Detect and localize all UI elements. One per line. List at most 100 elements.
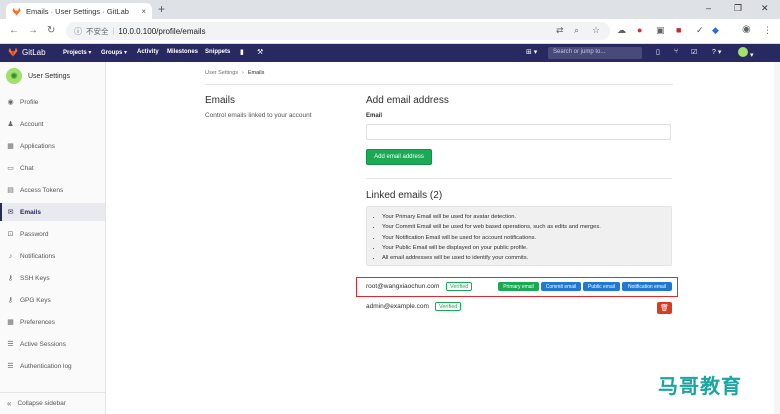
profile-icon[interactable]: ◉ [742, 24, 751, 35]
minimize-button[interactable]: – [706, 3, 711, 13]
verified-badge: Verified [435, 302, 462, 311]
info-item: Your Public Email will be displayed on y… [382, 243, 663, 253]
browser-tab[interactable]: Emails · User Settings · GitLab × [6, 3, 152, 19]
sidebar-item-ssh-keys[interactable]: ⚷ SSH Keys [0, 269, 105, 287]
nav-groups[interactable]: Groups ▾ [101, 49, 127, 56]
browser-toolbar: ← → ↻ ⓘ 不安全 | 10.0.0.100/profile/emails … [0, 19, 780, 44]
sidebar-item-active-sessions[interactable]: ☰ Active Sessions [0, 335, 105, 353]
wrench-icon[interactable]: ⚒ [257, 48, 263, 56]
sessions-icon: ☰ [7, 341, 14, 348]
account-icon: ♟ [7, 121, 14, 128]
pdf-extension-icon[interactable]: ■ [676, 25, 681, 35]
nav-snippets[interactable]: Snippets [205, 49, 230, 55]
sidebar-header[interactable]: ✺ User Settings [6, 68, 70, 84]
sidebar-item-emails[interactable]: ✉ Emails [0, 203, 105, 221]
translate-extension-icon[interactable]: ◆ [712, 25, 719, 36]
user-avatar[interactable]: ▾ [738, 47, 753, 59]
extension-cloud-icon[interactable]: ☁ [617, 25, 626, 36]
collapse-sidebar-button[interactable]: « Collapse sidebar [0, 392, 105, 414]
breadcrumb: User Settings › Emails [205, 70, 264, 76]
add-email-button[interactable]: Add email address [366, 149, 432, 165]
user-settings-avatar: ✺ [6, 68, 22, 84]
info-icon[interactable]: ⓘ [74, 26, 82, 37]
plus-square-icon[interactable]: ⊞ ▾ [526, 48, 537, 56]
nav-activity[interactable]: Activity [137, 49, 159, 55]
sidebar-item-password[interactable]: ⊡ Password [0, 225, 105, 243]
bookmark-star-icon[interactable]: ☆ [592, 25, 600, 36]
sidebar-item-label: Authentication log [20, 362, 72, 370]
verified-badge: Verified [446, 282, 473, 291]
applications-icon: ▦ [7, 143, 14, 150]
gitlab-navbar: GitLab Projects ▾ Groups ▾ Activity Mile… [0, 44, 780, 62]
token-icon: ▤ [7, 187, 14, 194]
new-tab-button[interactable]: + [158, 3, 165, 15]
translate-icon[interactable]: ⇄ [556, 25, 564, 36]
delete-email-button[interactable]: 🗑 [657, 302, 672, 314]
breadcrumb-current: Emails [247, 70, 265, 76]
page-scrollbar[interactable] [774, 62, 780, 414]
breadcrumb-divider [205, 84, 673, 85]
chart-icon[interactable]: ▮ [240, 48, 244, 56]
sidebar-item-label: Active Sessions [20, 340, 66, 348]
sidebar-item-preferences[interactable]: ▦ Preferences [0, 313, 105, 331]
gitlab-favicon-icon [12, 6, 21, 16]
nav-milestones[interactable]: Milestones [167, 49, 198, 55]
sidebar-item-label: SSH Keys [20, 274, 50, 282]
sidebar-item-chat[interactable]: ▭ Chat [0, 159, 105, 177]
double-chevron-left-icon: « [7, 399, 12, 408]
user-icon: ◉ [7, 99, 14, 106]
email-address: root@wangxiaochun.com [366, 283, 440, 290]
sidebar-item-profile[interactable]: ◉ Profile [0, 93, 105, 111]
merge-request-icon[interactable]: ⑂ [674, 48, 678, 55]
gitlab-tanuki-icon [8, 47, 18, 57]
key-icon: ⚷ [7, 275, 14, 282]
address-bar[interactable]: ⓘ 不安全 | 10.0.0.100/profile/emails [66, 22, 610, 40]
todo-icon[interactable]: ☑ [691, 48, 697, 56]
extension-box-icon[interactable]: ▣ [656, 25, 665, 36]
search-input[interactable]: Search or jump to... [548, 47, 642, 59]
sidebar-item-gpg-keys[interactable]: ⚷ GPG Keys [0, 291, 105, 309]
close-window-button[interactable]: ✕ [761, 3, 769, 14]
tab-close-icon[interactable]: × [141, 7, 146, 16]
primary-email-badge: Primary email [498, 282, 539, 291]
bell-icon: ♪ [8, 252, 13, 260]
sidebar-item-applications[interactable]: ▦ Applications [0, 137, 105, 155]
sidebar-item-label: Profile [20, 98, 39, 106]
info-item: Your Commit Email will be used for web b… [382, 222, 663, 232]
email-address: admin@example.com [366, 303, 429, 310]
commit-email-badge: Commit email [541, 282, 581, 291]
sidebar-item-label: Chat [20, 164, 34, 172]
menu-icon[interactable]: ⋮ [763, 25, 772, 36]
gitlab-logo[interactable]: GitLab [8, 47, 46, 57]
watermark-logo: 马哥教育 [658, 374, 742, 398]
reload-icon[interactable]: ↻ [47, 25, 55, 37]
sidebar-title: User Settings [28, 72, 71, 80]
email-info-box: Your Primary Email will be used for avat… [366, 206, 672, 266]
sidebar-item-notifications[interactable]: ♪ Notifications [0, 247, 105, 265]
sidebar-item-account[interactable]: ♟ Account [0, 115, 105, 133]
breadcrumb-separator: › [242, 70, 244, 76]
email-field[interactable] [366, 124, 671, 140]
back-icon[interactable]: ← [9, 25, 19, 37]
zoom-icon[interactable]: ⌕ [574, 25, 579, 36]
email-field-label: Email [366, 113, 383, 119]
sidebar-item-label: Password [20, 230, 49, 238]
breadcrumb-parent[interactable]: User Settings [205, 70, 238, 76]
maximize-button[interactable]: ❐ [734, 3, 742, 14]
gpg-key-icon: ⚷ [7, 297, 14, 304]
sidebar-item-label: Notifications [20, 252, 56, 260]
notification-email-badge: Notification email [622, 282, 672, 291]
help-icon[interactable]: ? ▾ [712, 48, 721, 56]
issues-icon[interactable]: ▯ [656, 48, 660, 56]
forward-icon[interactable]: → [28, 25, 38, 37]
lock-icon: ⊡ [7, 231, 14, 238]
sidebar-item-label: Emails [20, 208, 41, 216]
extension-check-icon[interactable]: ✓ [696, 25, 704, 36]
sidebar-item-label: Preferences [20, 318, 56, 326]
extension-red-icon[interactable]: ● [637, 25, 642, 35]
nav-projects[interactable]: Projects ▾ [63, 49, 91, 56]
settings-sidebar: ✺ User Settings ◉ Profile ♟ Account ▦ Appli… [0, 62, 106, 414]
sidebar-item-label: Access Tokens [20, 186, 64, 194]
sidebar-item-access-tokens[interactable]: ▤ Access Tokens [0, 181, 105, 199]
sidebar-item-authentication-log[interactable]: ☰ Authentication log [0, 357, 105, 375]
